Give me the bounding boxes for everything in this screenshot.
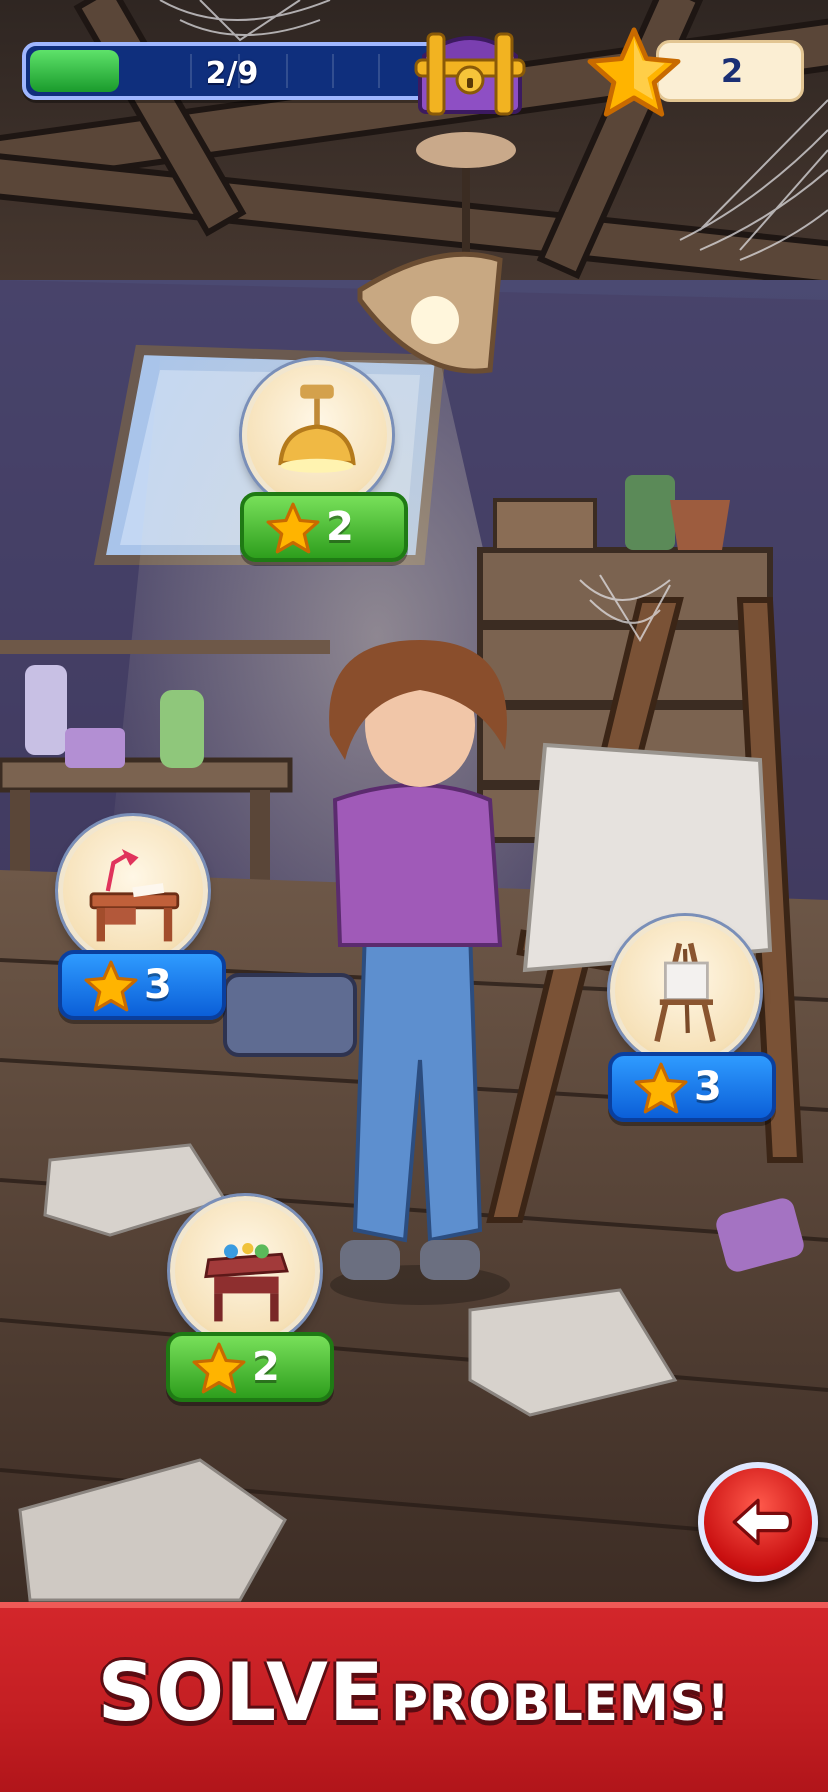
stars-counter: 2 xyxy=(586,26,812,118)
level-progress: 2/9 xyxy=(22,40,452,104)
task-icon-circle xyxy=(242,360,392,510)
task-cost-pill[interactable]: 3 xyxy=(58,950,226,1020)
progress-label: 2/9 xyxy=(205,56,259,91)
star-icon xyxy=(266,502,320,554)
task-cost-pill[interactable]: 3 xyxy=(608,1052,776,1122)
star-icon xyxy=(587,27,681,117)
ceiling-lamp-icon xyxy=(278,384,356,473)
star-icon xyxy=(634,1062,688,1114)
banner-headline: SOLVE PROBLEMS! xyxy=(0,1646,828,1739)
side-table-icon xyxy=(204,1243,289,1322)
back-button[interactable] xyxy=(698,1462,818,1582)
task-cost-pill[interactable]: 2 xyxy=(166,1332,334,1402)
banner-text-solve: SOLVE xyxy=(97,1646,385,1739)
easel-icon xyxy=(654,942,716,1043)
star-icon xyxy=(84,960,138,1012)
progress-bar: 2/9 xyxy=(22,42,442,100)
task-ceiling-lamp[interactable]: 2 xyxy=(240,360,412,570)
task-side-table[interactable]: 2 xyxy=(166,1196,340,1406)
task-icon-circle xyxy=(58,816,208,966)
task-icon-circle xyxy=(610,916,760,1066)
task-cost: 2 xyxy=(252,1344,280,1390)
promo-banner: SOLVE PROBLEMS! xyxy=(0,1602,828,1792)
task-icon-circle xyxy=(170,1196,320,1346)
back-arrow-icon xyxy=(732,1498,793,1546)
star-icon xyxy=(192,1342,246,1394)
desk-with-lamp-icon xyxy=(89,849,180,942)
task-cost: 3 xyxy=(144,962,172,1008)
task-cost-pill[interactable]: 2 xyxy=(240,492,408,562)
task-desk[interactable]: 3 xyxy=(58,816,228,1026)
task-cost: 2 xyxy=(326,504,354,550)
task-cost: 3 xyxy=(694,1064,722,1110)
task-easel[interactable]: 3 xyxy=(608,916,780,1126)
banner-text-problems: PROBLEMS! xyxy=(391,1674,731,1732)
game-screen: 2/9 2 2 3 3 2 SOLVE PROBLEMS! xyxy=(0,0,828,1792)
treasure-chest-icon[interactable] xyxy=(410,26,530,118)
